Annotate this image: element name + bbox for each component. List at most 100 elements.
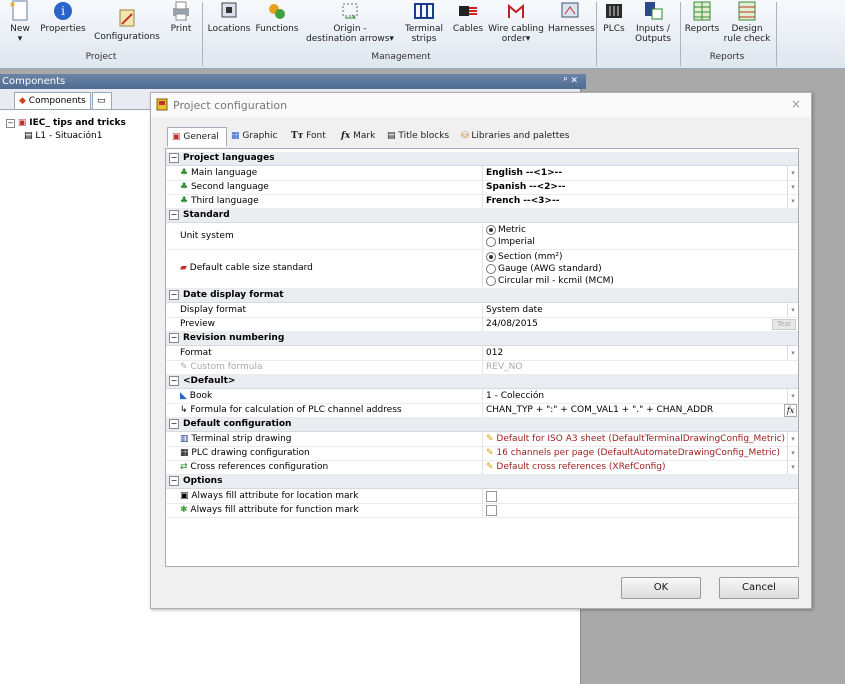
row-plc-drawing-configuration[interactable]: ▦ PLC drawing configuration ✎ 16 channel… [166,446,798,461]
title-block-icon: ▤ [387,131,396,141]
collapse-icon[interactable]: − [169,152,179,163]
group-label-project: Project [85,52,117,62]
section-standard[interactable]: − Standard [166,209,798,223]
tree-item-location[interactable]: ▤ L1 - Situación1 [24,131,102,141]
properties-button[interactable]: i Properties [38,0,88,34]
row-unit-system: Unit system Metric Imperial [166,223,798,250]
terminal-strips-button[interactable]: Terminal strips [402,0,446,44]
document-icon: ▭ [97,96,106,106]
pin-close-icon[interactable]: ᵖ ✕ [564,74,578,89]
tab-documents[interactable]: ▭ [92,92,112,109]
group-separator [776,2,777,66]
functions-icon [269,4,285,19]
terminal-strip-icon: ▥ [180,434,189,444]
language-icon: ♣ [180,182,189,192]
io-icon [645,2,663,20]
row-third-language[interactable]: ♣ Third language French --<3>-- ▾ [166,194,798,209]
row-terminal-strip-drawing[interactable]: ▥ Terminal strip drawing ✎ Default for I… [166,432,798,447]
location-mark-checkbox[interactable] [486,491,497,502]
row-location-mark: ▣ Always fill attribute for location mar… [166,489,798,504]
functions-button[interactable]: Functions [254,0,300,34]
close-icon[interactable]: × [791,97,801,111]
row-second-language[interactable]: ♣ Second language Spanish --<2>-- ▾ [166,180,798,195]
wire-cabling-order-button[interactable]: Wire cabling order▾ [486,0,546,44]
new-button[interactable]: New ▾ [4,0,36,44]
project-icon: ▣ [17,118,27,128]
ok-button[interactable]: OK [621,577,701,599]
dropdown-icon[interactable]: ▾ [787,432,798,446]
harness-icon [561,2,579,18]
origin-destination-arrows-button[interactable]: Origin - destination arrows▾ [302,0,398,44]
terminal-strip-icon [414,3,434,19]
tab-components[interactable]: ◆ Components [14,92,91,109]
row-display-format[interactable]: Display format System date ▾ [166,303,798,318]
radio-section[interactable]: Section (mm²) [486,251,614,263]
row-cross-references-configuration[interactable]: ⇄ Cross references configuration ✎ Defau… [166,460,798,475]
inputs-outputs-button[interactable]: Inputs / Outputs [630,0,676,44]
section-project-languages[interactable]: − Project languages [166,152,798,166]
pencil-icon: ✎ [486,462,494,472]
row-preview: Preview 24/08/2015 Test [166,317,798,332]
harnesses-button[interactable]: Harnesses [548,0,595,34]
locations-button[interactable]: Locations [206,0,252,34]
location-mark-icon: ▣ [180,491,189,501]
section-revision-numbering[interactable]: − Revision numbering [166,332,798,346]
rule-check-icon [738,1,756,21]
dropdown-icon[interactable]: ▾ [787,194,798,208]
tab-font[interactable]: Tт Font [287,127,330,145]
row-main-language[interactable]: ♣ Main language English --<1>-- ▾ [166,166,798,181]
radio-imperial[interactable]: Imperial [486,236,535,248]
print-button[interactable]: Print [166,0,196,34]
reports-button[interactable]: Reports [684,0,720,34]
cables-button[interactable]: Cables [450,0,486,34]
wire-order-icon [508,3,524,18]
collapse-icon[interactable]: − [169,375,179,386]
group-separator [202,2,203,66]
dropdown-icon[interactable]: ▾ [787,389,798,403]
fx-button[interactable]: fx [784,404,797,417]
tab-mark[interactable]: fx Mark [337,127,379,145]
group-separator [596,2,597,66]
row-plc-channel-formula[interactable]: ↳ Formula for calculation of PLC channel… [166,403,798,418]
dropdown-icon[interactable]: ▾ [787,446,798,460]
radio-gauge[interactable]: Gauge (AWG standard) [486,263,614,275]
radio-metric[interactable]: Metric [486,224,535,236]
collapse-icon[interactable]: − [6,119,15,128]
section-default-configuration[interactable]: − Default configuration [166,418,798,432]
section-date-display-format[interactable]: − Date display format [166,289,798,303]
tab-graphic[interactable]: ▦ Graphic [227,127,281,145]
dropdown-icon[interactable]: ▾ [787,303,798,317]
dropdown-icon[interactable]: ▾ [787,166,798,180]
plcs-button[interactable]: PLCs [600,0,628,34]
dropdown-icon[interactable]: ▾ [787,180,798,194]
cancel-button[interactable]: Cancel [719,577,799,599]
language-icon: ♣ [180,196,189,206]
collapse-icon[interactable]: − [169,209,179,220]
tree-item-project[interactable]: − ▣ IEC_ tips and tricks [6,118,126,128]
collapse-icon[interactable]: − [169,475,179,486]
radio-icon [486,263,496,274]
components-panel-header: Components ᵖ ✕ [0,74,586,89]
function-mark-checkbox[interactable] [486,505,497,516]
cross-reference-icon: ⇄ [180,462,188,472]
collapse-icon[interactable]: − [169,289,179,300]
configurations-button[interactable]: Configurations [92,8,162,42]
dialog-tabs: ▣ General ▦ Graphic Tт Font fx Mark ▤ Ti… [165,127,799,147]
test-button[interactable]: Test [772,319,796,330]
tab-libraries-palettes[interactable]: ⛁ Libraries and palettes [457,127,574,145]
row-format[interactable]: Format 012 ▾ [166,346,798,361]
dropdown-icon[interactable]: ▾ [787,460,798,474]
collapse-icon[interactable]: − [169,418,179,429]
section-options[interactable]: − Options [166,475,798,489]
design-rule-check-button[interactable]: Design rule check [722,0,772,44]
tab-general[interactable]: ▣ General [167,127,227,147]
locations-icon [221,2,237,18]
section-default[interactable]: − <Default> [166,375,798,389]
collapse-icon[interactable]: − [169,332,179,343]
plc-formula-icon: ↳ [180,405,188,415]
radio-circular-mil[interactable]: Circular mil - kcmil (MCM) [486,275,614,287]
tab-title-blocks[interactable]: ▤ Title blocks [383,127,453,145]
dropdown-icon[interactable]: ▾ [787,346,798,360]
book-icon: ◣ [180,391,187,401]
row-book[interactable]: ◣ Book 1 - Colección ▾ [166,389,798,404]
